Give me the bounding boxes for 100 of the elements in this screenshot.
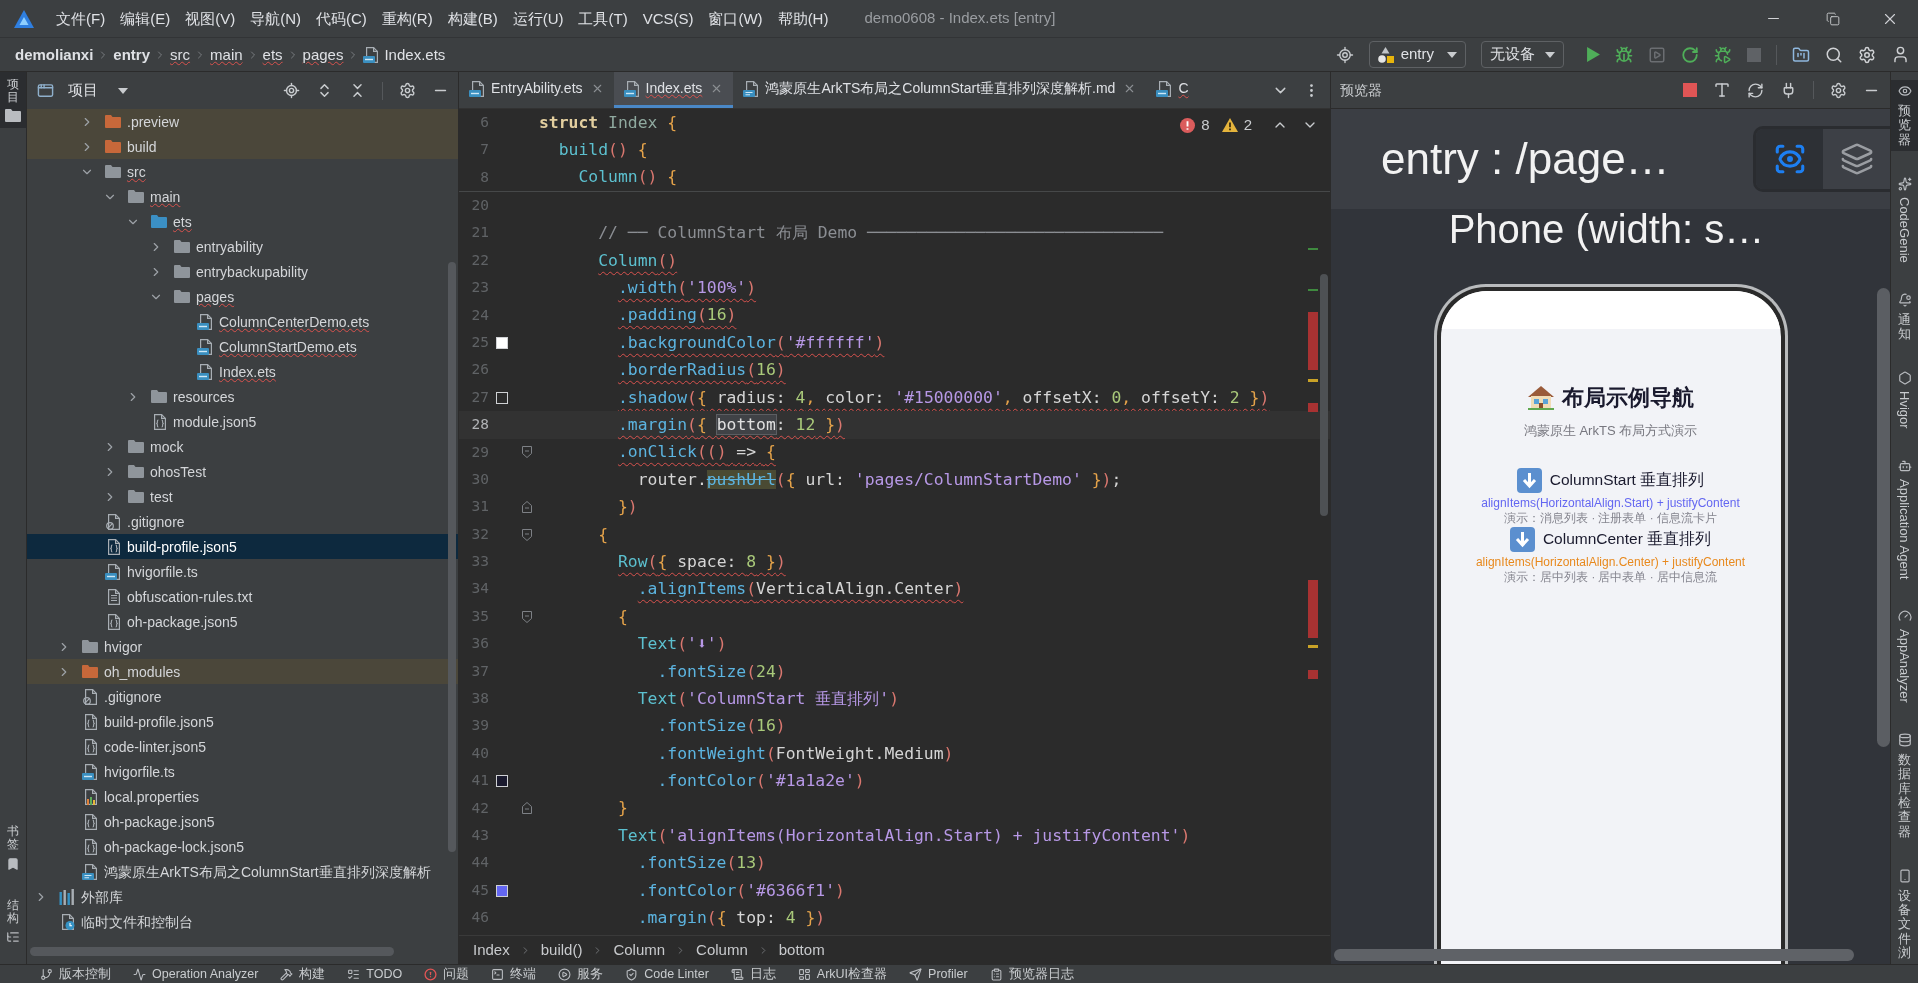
breadcrumb-item[interactable]: main [210,44,243,65]
tool-window-button[interactable]: 版本控制 [40,967,111,981]
tool-window-button[interactable]: 问题 [424,967,470,981]
tool-window-button[interactable]: Profiler [909,967,968,981]
breadcrumb-item[interactable]: entry [113,44,151,65]
breadcrumb-item[interactable]: demolianxi [15,44,94,65]
tree-item-label[interactable]: build-profile.json5 [104,712,214,731]
tree-item-label[interactable]: build [127,137,157,156]
error-marker[interactable] [1308,312,1318,371]
color-swatch-icon[interactable] [496,884,508,897]
breadcrumb-item[interactable]: src [170,44,191,65]
tree-item-label[interactable]: oh_modules [104,662,181,681]
refresh-icon[interactable] [1681,45,1699,64]
caret-icon[interactable] [1447,51,1457,58]
tool-window-button[interactable]: 通知 [1891,288,1918,346]
tool-window-button[interactable]: Operation Analyzer [133,967,259,981]
tree-item-label[interactable]: entryability [196,237,263,256]
tree-item-label[interactable]: mock [150,437,184,456]
error-marker[interactable] [1308,403,1318,413]
menu-item[interactable]: 窗口(W) [708,8,763,29]
tree-item-label[interactable]: resources [173,387,235,406]
tree-item-label[interactable]: oh-package-lock.json5 [104,837,245,856]
fold-marker-icon[interactable] [522,610,532,623]
fold-marker-icon[interactable] [522,446,532,459]
tool-window-button[interactable]: AppAnalyzer [1891,605,1918,708]
tool-window-button[interactable]: 结构 [0,892,26,950]
tool-window-button[interactable]: 书签 [0,819,26,877]
tool-window-button[interactable]: 设备文件浏 [1891,864,1918,965]
play-square-icon[interactable] [1648,45,1666,64]
menu-item[interactable]: 代码(C) [316,8,367,29]
device-dropdown[interactable]: 无设备 [1481,41,1564,68]
tool-window-button[interactable]: 预览器日志 [989,967,1074,981]
scrollbar-thumb[interactable] [1877,288,1890,747]
settings-icon[interactable] [1830,81,1847,99]
fold-marker-icon[interactable] [522,501,532,514]
menu-item[interactable]: 运行(U) [512,8,564,29]
warning-icon[interactable] [1221,118,1238,133]
tree-item-label[interactable]: module.json5 [173,412,257,431]
tool-window-button[interactable]: 数据库检查器 [1891,729,1918,843]
color-swatch-icon[interactable] [496,775,508,788]
change-marker[interactable] [1308,289,1318,292]
caret-icon[interactable] [1545,51,1555,58]
tool-window-button[interactable]: TODO [347,967,403,981]
tree-item-label[interactable]: 外部库 [81,887,123,906]
refresh-icon[interactable] [1747,81,1764,99]
editor-tab[interactable]: EntryAbility.ets [459,72,614,108]
color-swatch-icon[interactable] [496,391,508,404]
tree-item-label[interactable]: test [150,487,173,506]
breadcrumb-item[interactable]: build() [540,938,583,962]
tree-item-label[interactable]: 临时文件和控制台 [81,912,193,931]
breadcrumb-item[interactable]: Column [696,938,748,962]
user-icon[interactable] [1891,45,1910,64]
row-highlight[interactable]: .preview [27,109,458,134]
tree-item-label[interactable]: main [150,187,181,206]
bug-icon[interactable] [1615,45,1633,64]
folder-icon[interactable] [1792,45,1810,64]
view-mode-button[interactable] [1756,129,1823,189]
target-icon[interactable] [283,82,300,99]
menu-item[interactable]: 重构(R) [381,8,433,29]
scrollbar-thumb[interactable] [1334,949,1854,961]
text-size-icon[interactable] [1713,81,1731,99]
menu-item[interactable]: 导航(N) [250,8,301,29]
row-highlight[interactable]: oh_modules [27,659,458,684]
settings-icon[interactable] [399,82,416,99]
tool-window-button[interactable]: CodeGenie [1891,172,1918,267]
target-icon[interactable] [1335,45,1354,64]
tool-window-button[interactable]: 预览器 [1891,80,1918,151]
tool-window-button[interactable]: Application Agent [1891,454,1918,584]
tool-window-button[interactable]: 终端 [491,967,537,981]
menu-item[interactable]: 编辑(E) [120,8,171,29]
tree-item-label[interactable]: code-linter.json5 [104,737,206,756]
tree-item-label[interactable]: ohosTest [150,462,207,481]
bug-play-icon[interactable] [1714,45,1732,64]
row-highlight[interactable]: build [27,134,458,159]
error-marker[interactable] [1308,580,1318,639]
tree-item-label[interactable]: build-profile.json5 [127,537,237,556]
row-highlight[interactable]: build-profile.json5 [27,534,458,559]
fold-marker-icon[interactable] [522,528,532,541]
breadcrumb-item[interactable]: ets [262,44,283,65]
tree-item-label[interactable]: Index.ets [219,362,276,381]
menu-item[interactable]: 帮助(H) [777,8,829,29]
scrollbar-thumb[interactable] [448,262,456,852]
tree-item-label[interactable]: entrybackupability [196,262,309,281]
play-icon[interactable] [1587,47,1600,62]
error-marker[interactable] [1308,670,1318,680]
restore-icon[interactable] [1825,11,1840,26]
tool-window-button[interactable]: Code Linter [625,967,709,981]
tree-item-label[interactable]: hvigorfile.ts [104,762,175,781]
tree-item-label[interactable]: obfuscation-rules.txt [127,587,253,606]
tool-window-button[interactable]: Hvigor [1891,367,1918,433]
menu-item[interactable]: 文件(F) [56,8,106,29]
menu-item[interactable]: VCS(S) [642,8,694,29]
tool-window-button[interactable]: 日志 [730,967,776,981]
tree-item-label[interactable]: hvigor [104,637,143,656]
breadcrumb-item[interactable]: bottom [778,938,825,962]
warning-marker[interactable] [1308,379,1318,383]
tree-item-label[interactable]: .gitignore [127,512,185,531]
tree-item-label[interactable]: oh-package.json5 [127,612,238,631]
tool-window-button[interactable]: 项目 [0,72,26,129]
tree-item-label[interactable]: src [127,162,146,181]
